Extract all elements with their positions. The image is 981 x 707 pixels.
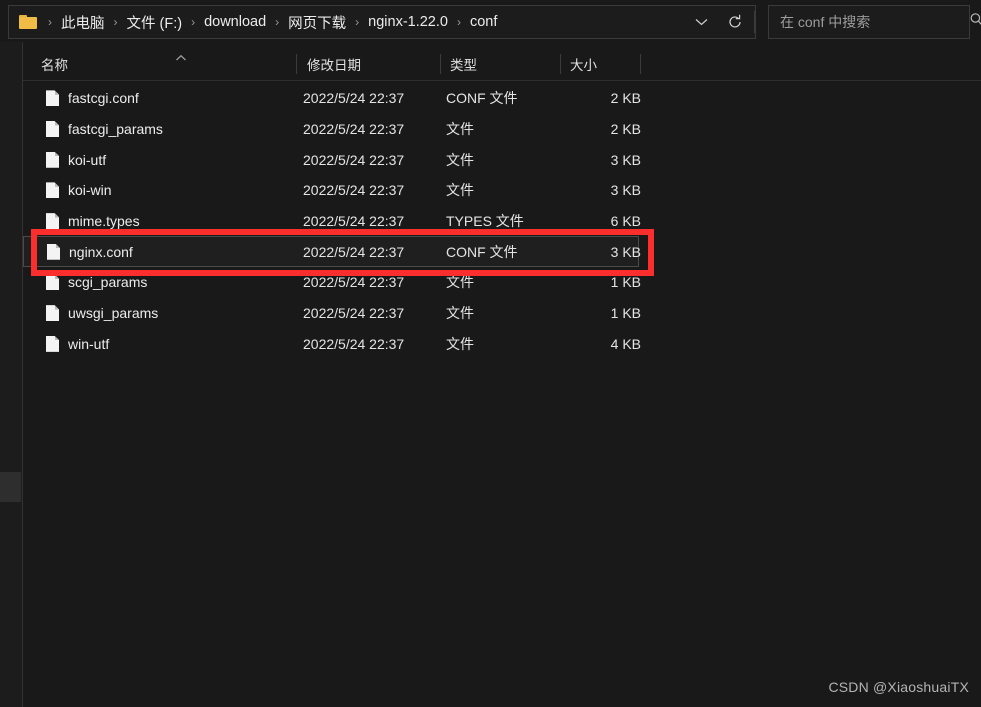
file-row[interactable]: fastcgi_params 2022/5/24 22:37 文件 2 KB [23, 114, 981, 145]
file-row[interactable]: fastcgi.conf 2022/5/24 22:37 CONF 文件 2 KB [23, 83, 981, 114]
column-divider-date[interactable] [440, 54, 441, 74]
breadcrumb-item-4[interactable]: nginx-1.22.0 [366, 12, 450, 32]
breadcrumb-separator: › [275, 15, 280, 29]
file-type-cell: 文件 [446, 121, 474, 138]
breadcrumb-item-0[interactable]: 此电脑 [59, 10, 107, 35]
chevron-down-icon [695, 18, 708, 26]
file-icon [46, 305, 59, 322]
breadcrumb-separator: › [113, 15, 118, 29]
column-divider-size[interactable] [640, 54, 641, 74]
file-date-cell: 2022/5/24 22:37 [303, 151, 405, 168]
file-icon [46, 335, 59, 352]
file-list[interactable]: fastcgi.conf 2022/5/24 22:37 CONF 文件 2 KB fa… [23, 83, 981, 359]
file-size-cell: 3 KB [610, 182, 641, 199]
navigation-pane-thumb[interactable] [0, 472, 21, 502]
file-date-cell: 2022/5/24 22:37 [303, 213, 405, 230]
breadcrumb-item-5[interactable]: conf [468, 12, 499, 32]
file-size-cell: 4 KB [610, 335, 641, 352]
file-date-cell: 2022/5/24 22:37 [303, 335, 405, 352]
file-row[interactable]: uwsgi_params 2022/5/24 22:37 文件 1 KB [23, 298, 981, 329]
file-icon [47, 243, 60, 260]
search-input[interactable] [769, 14, 961, 30]
file-icon [46, 121, 59, 138]
search-box[interactable] [768, 5, 981, 39]
address-bar[interactable]: › 此电脑 › 文件 (F:) › download › 网页下载 › nginx-1.22.0 ›… [8, 5, 756, 39]
file-type-cell: CONF 文件 [446, 90, 518, 107]
column-header-name[interactable]: 名称 [41, 48, 68, 80]
breadcrumb: › 此电脑 › 文件 (F:) › download › 网页下载 › nginx-1.22.0 ›… [41, 10, 499, 35]
search-button[interactable] [961, 6, 981, 38]
file-type-cell: 文件 [446, 274, 474, 291]
file-type-cell: 文件 [446, 335, 474, 352]
file-icon [46, 274, 59, 291]
breadcrumb-separator: › [456, 15, 461, 29]
file-type-cell: 文件 [446, 151, 474, 168]
file-name-cell: fastcgi_params [68, 121, 163, 138]
file-date-cell: 2022/5/24 22:37 [303, 121, 405, 138]
breadcrumb-item-1[interactable]: 文件 (F:) [125, 10, 185, 35]
file-name-cell: win-utf [68, 335, 110, 352]
column-divider-name[interactable] [296, 54, 297, 74]
file-icon [46, 182, 59, 199]
file-type-cell: 文件 [446, 182, 474, 199]
file-row[interactable]: mime.types 2022/5/24 22:37 TYPES 文件 6 KB [23, 206, 981, 237]
address-bar-row: › 此电脑 › 文件 (F:) › download › 网页下载 › nginx-1.22.0 ›… [0, 0, 981, 44]
file-size-cell: 3 KB [610, 151, 641, 168]
breadcrumb-item-2[interactable]: download [202, 12, 268, 32]
file-row-selected[interactable]: nginx.conf 2022/5/24 22:37 CONF 文件 3 KB [23, 236, 641, 268]
file-date-cell: 2022/5/24 22:37 [303, 182, 405, 199]
file-name-cell: nginx.conf [69, 243, 133, 260]
file-icon [46, 90, 59, 107]
column-header-date-modified[interactable]: 修改日期 [307, 48, 361, 80]
file-date-cell: 2022/5/24 22:37 [303, 305, 405, 322]
file-icon [46, 151, 59, 168]
breadcrumb-item-3[interactable]: 网页下载 [286, 10, 348, 35]
file-size-cell: 2 KB [610, 90, 641, 107]
column-divider-type[interactable] [560, 54, 561, 74]
file-icon [46, 213, 59, 230]
refresh-button[interactable] [718, 6, 752, 38]
file-name-cell: mime.types [68, 213, 140, 230]
file-date-cell: 2022/5/24 22:37 [303, 243, 405, 260]
file-size-cell: 1 KB [610, 305, 641, 322]
folder-icon [19, 15, 37, 29]
file-row[interactable]: koi-win 2022/5/24 22:37 文件 3 KB [23, 175, 981, 206]
column-header-size[interactable]: 大小 [570, 48, 597, 80]
file-name-cell: koi-utf [68, 151, 107, 168]
file-row[interactable]: scgi_params 2022/5/24 22:37 文件 1 KB [23, 267, 981, 298]
navigation-pane[interactable] [0, 42, 22, 707]
file-size-cell: 2 KB [610, 121, 641, 138]
file-type-cell: CONF 文件 [446, 243, 518, 260]
history-dropdown-button[interactable] [684, 6, 718, 38]
file-type-cell: 文件 [446, 305, 474, 322]
file-date-cell: 2022/5/24 22:37 [303, 90, 405, 107]
breadcrumb-separator: › [191, 15, 196, 29]
sort-ascending-icon [175, 49, 187, 61]
file-name-cell: scgi_params [68, 274, 148, 291]
file-size-cell: 1 KB [610, 274, 641, 291]
file-row[interactable]: koi-utf 2022/5/24 22:37 文件 3 KB [23, 144, 981, 175]
refresh-icon [727, 14, 743, 30]
file-date-cell: 2022/5/24 22:37 [303, 274, 405, 291]
watermark-text: CSDN @XiaoshuaiTX [828, 679, 969, 695]
file-name-cell: fastcgi.conf [68, 90, 139, 107]
breadcrumb-separator: › [48, 15, 52, 29]
address-bar-separator [754, 11, 755, 33]
column-header-row: 名称 修改日期 类型 大小 [23, 48, 981, 81]
file-name-cell: uwsgi_params [68, 305, 159, 322]
search-icon [969, 12, 981, 32]
column-header-type[interactable]: 类型 [450, 48, 477, 80]
file-name-cell: koi-win [68, 182, 112, 199]
breadcrumb-separator: › [355, 15, 360, 29]
file-size-cell: 3 KB [610, 243, 641, 260]
file-row[interactable]: win-utf 2022/5/24 22:37 文件 4 KB [23, 329, 981, 360]
file-type-cell: TYPES 文件 [446, 213, 524, 230]
file-size-cell: 6 KB [610, 213, 641, 230]
